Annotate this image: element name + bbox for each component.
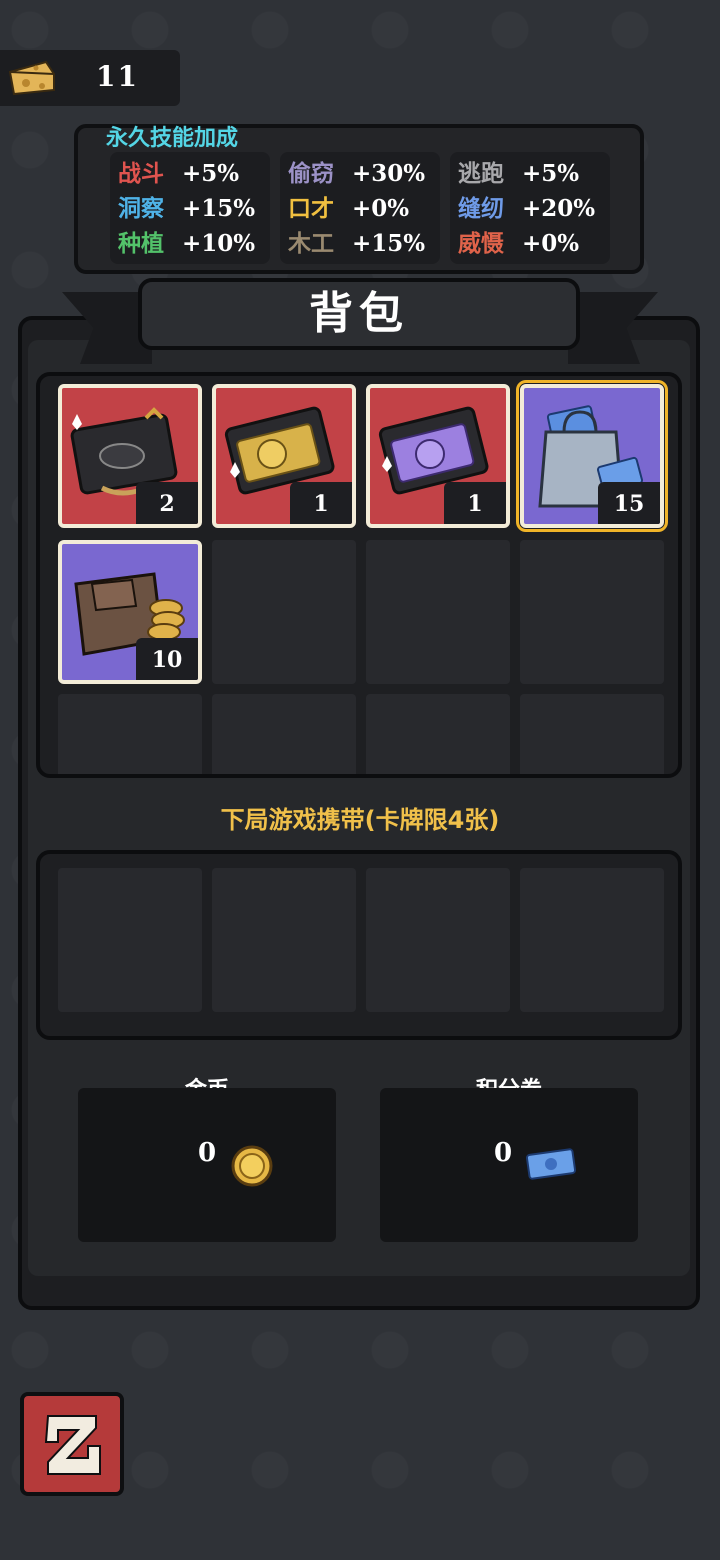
skill-panel-title: 永久技能加成 <box>106 126 239 151</box>
inventory-item[interactable]: 1 <box>366 384 510 528</box>
skill-name: 种植 <box>118 231 164 257</box>
skill-row: 逃跑 +5% <box>458 154 579 188</box>
cheese-count: 11 <box>96 60 139 93</box>
inventory-item[interactable]: 10 <box>58 540 202 684</box>
skill-value: +10% <box>182 230 256 257</box>
skill-row: 战斗 +5% <box>118 154 239 188</box>
points-ticket-icon <box>525 1148 577 1180</box>
carry-slot[interactable] <box>366 868 510 1012</box>
inventory-item[interactable]: 2 <box>58 384 202 528</box>
item-count: 1 <box>444 482 506 524</box>
item-count: 1 <box>290 482 352 524</box>
skill-name: 缝纫 <box>458 196 504 222</box>
skill-value: +15% <box>352 230 426 257</box>
empty-slot[interactable] <box>520 694 664 774</box>
skill-value: +5% <box>522 160 580 187</box>
carry-slot[interactable] <box>212 868 356 1012</box>
carry-label: 下局游戏携带(卡牌限4张) <box>220 806 500 834</box>
carry-grid <box>36 850 682 1040</box>
return-arrow-icon <box>44 1415 101 1475</box>
skill-row: 口才 +0% <box>288 189 409 223</box>
skill-name: 木工 <box>288 231 334 257</box>
skill-column-2: 偷窃 +30% 口才 +0% 木工 +15% <box>280 152 440 264</box>
inventory-item-selected[interactable]: 15 <box>516 380 668 532</box>
skill-value: +15% <box>182 195 256 222</box>
carry-slot[interactable] <box>520 868 664 1012</box>
skill-row: 种植 +10% <box>118 224 255 258</box>
skill-value: +5% <box>182 160 240 187</box>
carry-slot[interactable] <box>58 868 202 1012</box>
inventory-item[interactable]: 1 <box>212 384 356 528</box>
skill-row: 洞察 +15% <box>118 189 255 223</box>
skill-name: 逃跑 <box>458 161 504 187</box>
skill-column-1: 战斗 +5% 洞察 +15% 种植 +10% <box>110 152 270 264</box>
empty-slot[interactable] <box>366 694 510 774</box>
skill-row: 木工 +15% <box>288 224 425 258</box>
backpack-title: 背包 <box>309 288 409 339</box>
item-count: 10 <box>136 638 198 680</box>
empty-slot[interactable] <box>366 540 510 684</box>
skill-value: +0% <box>352 195 410 222</box>
skill-column-3: 逃跑 +5% 缝纫 +20% 威慑 +0% <box>450 152 610 264</box>
skill-row: 威慑 +0% <box>458 224 579 258</box>
item-count: 15 <box>598 482 660 524</box>
points-box: 0 <box>380 1088 638 1242</box>
cheese-icon <box>8 60 55 96</box>
skill-name: 洞察 <box>118 196 164 222</box>
back-button[interactable] <box>20 1392 124 1496</box>
skill-row: 缝纫 +20% <box>458 189 595 223</box>
inventory-grid: 2 1 1 15 10 <box>36 372 682 778</box>
gold-box: 0 <box>78 1088 336 1242</box>
gold-value: 0 <box>198 1138 217 1168</box>
empty-slot[interactable] <box>212 694 356 774</box>
skill-value: +30% <box>352 160 426 187</box>
points-value: 0 <box>494 1138 513 1168</box>
empty-slot[interactable] <box>520 540 664 684</box>
skill-name: 口才 <box>288 196 334 222</box>
skill-bonus-panel: 永久技能加成 战斗 +5% 洞察 +15% 种植 +10% 偷窃 +30% 口才 +0% … <box>74 124 644 274</box>
cheese-counter: 11 <box>0 50 180 106</box>
skill-value: +20% <box>522 195 596 222</box>
skill-name: 威慑 <box>458 231 504 257</box>
skill-value: +0% <box>522 230 580 257</box>
gold-coin-icon <box>231 1145 273 1187</box>
empty-slot[interactable] <box>58 694 202 774</box>
skill-row: 偷窃 +30% <box>288 154 425 188</box>
skill-name: 偷窃 <box>288 161 334 187</box>
item-count: 2 <box>136 482 198 524</box>
backpack-banner: 背包 <box>138 278 580 350</box>
skill-name: 战斗 <box>118 161 164 187</box>
empty-slot[interactable] <box>212 540 356 684</box>
